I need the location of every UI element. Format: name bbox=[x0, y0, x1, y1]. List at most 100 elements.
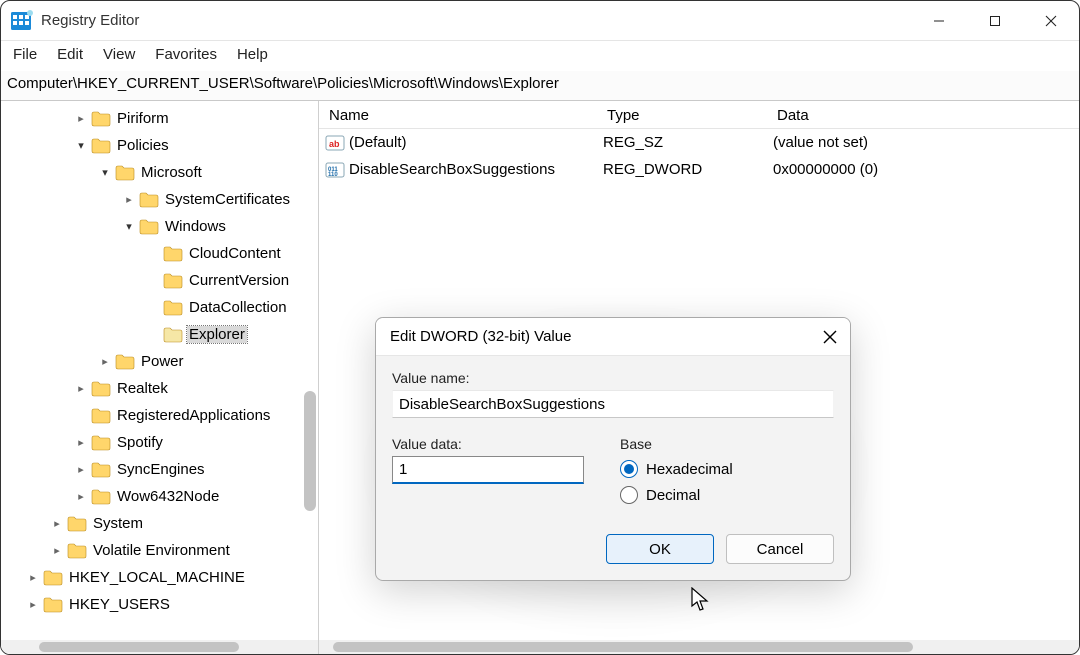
value-row[interactable]: ab(Default)REG_SZ(value not set) bbox=[319, 129, 1079, 156]
window-title: Registry Editor bbox=[41, 12, 139, 29]
folder-icon bbox=[91, 462, 111, 478]
tree-item-label: Volatile Environment bbox=[91, 542, 232, 559]
folder-icon bbox=[139, 192, 159, 208]
menu-favorites[interactable]: Favorites bbox=[155, 46, 217, 63]
tree-item-wow6432node[interactable]: ▸ Wow6432Node bbox=[1, 483, 318, 510]
radio-hexadecimal[interactable]: Hexadecimal bbox=[620, 456, 834, 482]
folder-icon bbox=[67, 516, 87, 532]
radio-hex-label: Hexadecimal bbox=[646, 461, 733, 478]
chevron-down-icon[interactable]: ▾ bbox=[97, 166, 113, 179]
value-row[interactable]: 011110DisableSearchBoxSuggestions REG_DWO… bbox=[319, 156, 1079, 183]
window-controls bbox=[911, 1, 1079, 41]
col-header-type[interactable]: Type bbox=[597, 105, 767, 128]
reg-binary-icon: 011110 bbox=[325, 160, 345, 180]
dialog-close-button[interactable] bbox=[820, 327, 840, 347]
tree-item-volatile-environment[interactable]: ▸ Volatile Environment bbox=[1, 537, 318, 564]
chevron-right-icon[interactable]: ▸ bbox=[49, 517, 65, 530]
tree-item-piriform[interactable]: ▸Piriform bbox=[1, 105, 318, 132]
tree-scrollbar-horizontal[interactable] bbox=[1, 640, 318, 654]
tree-item-label: Microsoft bbox=[139, 164, 204, 181]
chevron-down-icon[interactable]: ▾ bbox=[121, 220, 137, 233]
folder-icon bbox=[139, 219, 159, 235]
tree-item-hkey-local-machine[interactable]: ▸ HKEY_LOCAL_MACHINE bbox=[1, 564, 318, 591]
address-bar[interactable]: Computer\HKEY_CURRENT_USER\Software\Poli… bbox=[1, 71, 1079, 101]
ok-button[interactable]: OK bbox=[606, 534, 714, 564]
tree-item-power[interactable]: ▸ Power bbox=[1, 348, 318, 375]
dialog-titlebar: Edit DWORD (32-bit) Value bbox=[376, 318, 850, 356]
minimize-button[interactable] bbox=[911, 1, 967, 41]
radio-hex-indicator bbox=[620, 460, 638, 478]
chevron-right-icon[interactable]: ▸ bbox=[25, 598, 41, 611]
menu-edit[interactable]: Edit bbox=[57, 46, 83, 63]
tree-item-datacollection[interactable]: ▸DataCollection bbox=[1, 294, 318, 321]
close-button[interactable] bbox=[1023, 1, 1079, 41]
value-data: 0x00000000 (0) bbox=[767, 161, 1079, 178]
tree-item-cloudcontent[interactable]: ▸CloudContent bbox=[1, 240, 318, 267]
chevron-right-icon[interactable]: ▸ bbox=[73, 490, 89, 503]
folder-icon bbox=[91, 408, 111, 424]
folder-icon bbox=[91, 138, 111, 154]
value-type: REG_DWORD bbox=[597, 161, 767, 178]
folder-icon bbox=[43, 570, 63, 586]
tree-item-currentversion[interactable]: ▸CurrentVersion bbox=[1, 267, 318, 294]
chevron-right-icon[interactable]: ▸ bbox=[49, 544, 65, 557]
tree-panel: ▸Piriform▾Policies▾Microsoft▸SystemCerti… bbox=[1, 101, 319, 654]
chevron-right-icon[interactable]: ▸ bbox=[73, 436, 89, 449]
tree-item-label: Wow6432Node bbox=[115, 488, 221, 505]
chevron-right-icon[interactable]: ▸ bbox=[25, 571, 41, 584]
tree-item-label: Policies bbox=[115, 137, 171, 154]
tree-item-label: Explorer bbox=[187, 326, 247, 343]
tree-item-policies[interactable]: ▾ Policies bbox=[1, 132, 318, 159]
tree-item-label: Power bbox=[139, 353, 186, 370]
tree-body[interactable]: ▸Piriform▾Policies▾Microsoft▸SystemCerti… bbox=[1, 101, 318, 640]
tree-item-label: HKEY_LOCAL_MACHINE bbox=[67, 569, 247, 586]
tree-scrollbar-vertical[interactable] bbox=[304, 391, 316, 511]
maximize-button[interactable] bbox=[967, 1, 1023, 41]
value-type: REG_SZ bbox=[597, 134, 767, 151]
tree-item-realtek[interactable]: ▸ Realtek bbox=[1, 375, 318, 402]
folder-icon bbox=[91, 381, 111, 397]
radio-dec-label: Decimal bbox=[646, 487, 700, 504]
base-label: Base bbox=[620, 436, 834, 452]
value-name: DisableSearchBoxSuggestions bbox=[349, 161, 555, 178]
dialog-body: Value name: Value data: Base Hexadecimal bbox=[376, 356, 850, 580]
values-hscroll-thumb[interactable] bbox=[333, 642, 913, 652]
chevron-right-icon[interactable]: ▸ bbox=[121, 193, 137, 206]
chevron-right-icon[interactable]: ▸ bbox=[73, 112, 89, 125]
content-area: ▸Piriform▾Policies▾Microsoft▸SystemCerti… bbox=[1, 101, 1079, 654]
value-data-input[interactable] bbox=[392, 456, 584, 484]
col-header-data[interactable]: Data bbox=[767, 105, 1079, 128]
value-name-input[interactable] bbox=[392, 390, 834, 418]
folder-icon bbox=[163, 246, 183, 262]
chevron-right-icon[interactable]: ▸ bbox=[97, 355, 113, 368]
values-scrollbar-horizontal[interactable] bbox=[319, 640, 1079, 654]
values-header: Name Type Data bbox=[319, 101, 1079, 129]
tree-item-spotify[interactable]: ▸Spotify bbox=[1, 429, 318, 456]
folder-icon bbox=[115, 354, 135, 370]
chevron-right-icon[interactable]: ▸ bbox=[73, 463, 89, 476]
col-header-name[interactable]: Name bbox=[319, 105, 597, 128]
tree-item-microsoft[interactable]: ▾ Microsoft bbox=[1, 159, 318, 186]
tree-item-label: SyncEngines bbox=[115, 461, 207, 478]
chevron-right-icon[interactable]: ▸ bbox=[73, 382, 89, 395]
menu-file[interactable]: File bbox=[13, 46, 37, 63]
tree-item-label: Realtek bbox=[115, 380, 170, 397]
tree-item-hkey-users[interactable]: ▸HKEY_USERS bbox=[1, 591, 318, 618]
tree-item-label: DataCollection bbox=[187, 299, 289, 316]
tree-hscroll-thumb[interactable] bbox=[39, 642, 239, 652]
tree-item-systemcertificates[interactable]: ▸SystemCertificates bbox=[1, 186, 318, 213]
radio-decimal[interactable]: Decimal bbox=[620, 482, 834, 508]
tree-item-windows[interactable]: ▾Windows bbox=[1, 213, 318, 240]
svg-text:110: 110 bbox=[328, 172, 338, 178]
reg-string-icon: ab bbox=[325, 133, 345, 153]
tree-item-explorer[interactable]: ▸Explorer bbox=[1, 321, 318, 348]
menu-view[interactable]: View bbox=[103, 46, 135, 63]
chevron-down-icon[interactable]: ▾ bbox=[73, 139, 89, 152]
menu-help[interactable]: Help bbox=[237, 46, 268, 63]
value-data-label: Value data: bbox=[392, 436, 584, 452]
cancel-button[interactable]: Cancel bbox=[726, 534, 834, 564]
tree-item-syncengines[interactable]: ▸ SyncEngines bbox=[1, 456, 318, 483]
dialog-title-text: Edit DWORD (32-bit) Value bbox=[390, 328, 571, 345]
tree-item-system[interactable]: ▸System bbox=[1, 510, 318, 537]
tree-item-registeredapplications[interactable]: ▸RegisteredApplications bbox=[1, 402, 318, 429]
